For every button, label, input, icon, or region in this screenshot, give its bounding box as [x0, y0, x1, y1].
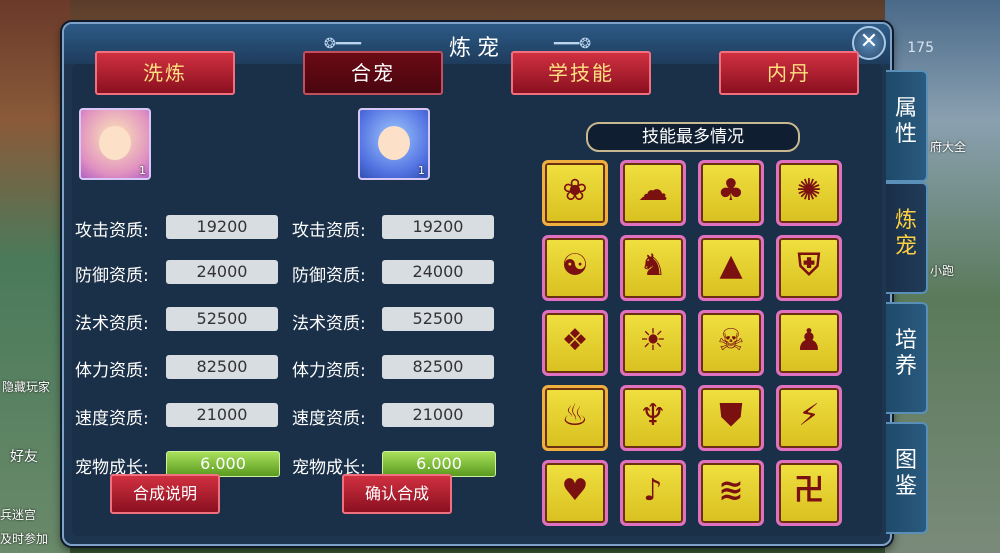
side-tab-refine[interactable]: 炼宠 [886, 182, 928, 294]
tab-merge[interactable]: 合宠 [303, 51, 443, 95]
left-stat-value-stamina: 82500 [166, 355, 278, 379]
dragon-skill-icon[interactable]: ♆ [620, 385, 686, 451]
claw-glyph-icon: ✺ [796, 173, 822, 208]
hud-right-label-2: 小跑 [930, 264, 955, 278]
tab-refine[interactable]: 洗炼 [95, 51, 235, 95]
heart-skill-icon[interactable]: ♥ [542, 460, 608, 526]
skill-grid-header: 技能最多情况 [586, 122, 800, 152]
hud-friends-label[interactable]: 好友 [10, 446, 38, 466]
left-stat-value-defense: 24000 [166, 260, 278, 284]
heart-glyph-icon: ♥ [561, 473, 589, 508]
claw-skill-icon[interactable]: ✺ [776, 160, 842, 226]
left-stat-value-speed: 21000 [166, 403, 278, 427]
side-tab-train[interactable]: 培养 [886, 302, 928, 414]
swirl-skill-icon[interactable]: ❀ [542, 160, 608, 226]
figure-glyph-icon: ♟ [795, 323, 823, 358]
dragon-glyph-icon: ♆ [639, 398, 667, 433]
bird-skill-icon[interactable]: ♪ [620, 460, 686, 526]
right-stat-value-magic: 52500 [382, 307, 494, 331]
side-tab-attributes-label: 属性 [895, 96, 918, 147]
right-stat-label-defense: 防御资质: [292, 266, 366, 286]
rune-skill-icon[interactable]: 卍 [776, 460, 842, 526]
wind-skill-icon[interactable]: ≋ [698, 460, 764, 526]
left-stat-label-stamina: 体力资质: [75, 361, 149, 381]
hud-counter: 175 [907, 40, 934, 56]
skull-glyph-icon: ☠ [717, 323, 745, 358]
turtle-glyph-icon: ❖ [561, 323, 589, 358]
hud-hide-players-label[interactable]: 隐藏玩家 [2, 378, 50, 395]
left-pet-avatar[interactable]: 1 [79, 108, 151, 180]
world-left-scene [0, 0, 70, 553]
merge-info-button[interactable]: 合成说明 [110, 474, 220, 514]
tab-learn-skill[interactable]: 学技能 [511, 51, 651, 95]
hud-maze-label: 兵迷宫 [0, 508, 37, 522]
beast-glyph-icon: ♞ [639, 248, 667, 283]
flame-glyph-icon: ♨ [561, 398, 589, 433]
left-stat-value-magic: 52500 [166, 307, 278, 331]
sun-skill-icon[interactable]: ☀ [620, 310, 686, 376]
tab-inner-core[interactable]: 内丹 [719, 51, 859, 95]
hud-right-label-1: 府大全 [930, 140, 967, 154]
side-tab-refine-label: 炼宠 [895, 208, 918, 259]
tree-skill-icon[interactable]: ♣ [698, 160, 764, 226]
side-tab-train-label: 培养 [895, 328, 918, 379]
crack-skill-icon[interactable]: ⚡ [776, 385, 842, 451]
right-stat-value-stamina: 82500 [382, 355, 494, 379]
shadow-skill-icon[interactable]: ▲ [698, 235, 764, 301]
rune-glyph-icon: 卍 [794, 473, 824, 508]
hud-join-label: 及时参加 [0, 532, 49, 546]
mind-glyph-icon: ☯ [561, 248, 589, 283]
right-stat-value-defense: 24000 [382, 260, 494, 284]
right-stat-label-magic: 法术资质: [292, 314, 366, 334]
tree-glyph-icon: ♣ [717, 173, 745, 208]
side-tab-codex[interactable]: 图鉴 [886, 422, 928, 534]
right-pet-avatar[interactable]: 1 [358, 108, 430, 180]
left-pet-face-icon [99, 126, 131, 160]
guard-skill-icon[interactable]: ⛊ [698, 385, 764, 451]
figure-skill-icon[interactable]: ♟ [776, 310, 842, 376]
bird-glyph-icon: ♪ [643, 473, 663, 508]
wind-glyph-icon: ≋ [718, 473, 744, 508]
guard-glyph-icon: ⛊ [719, 398, 743, 433]
swirl-glyph-icon: ❀ [562, 173, 588, 208]
title-ornament-right-icon: ━━━❂ [554, 36, 592, 52]
right-stat-label-stamina: 体力资质: [292, 361, 366, 381]
cloud-skill-icon[interactable]: ☁ [620, 160, 686, 226]
side-tab-codex-label: 图鉴 [895, 448, 918, 499]
confirm-merge-button[interactable]: 确认合成 [342, 474, 452, 514]
side-tab-attributes[interactable]: 属性 [886, 70, 928, 182]
right-stat-value-attack: 19200 [382, 215, 494, 239]
shield-skill-icon[interactable]: ⛨ [776, 235, 842, 301]
sun-glyph-icon: ☀ [639, 323, 667, 358]
turtle-skill-icon[interactable]: ❖ [542, 310, 608, 376]
right-pet-face-icon [378, 126, 410, 160]
right-stat-label-speed: 速度资质: [292, 409, 366, 429]
shield-glyph-icon: ⛨ [797, 248, 821, 283]
skull-skill-icon[interactable]: ☠ [698, 310, 764, 376]
left-stat-label-magic: 法术资质: [75, 314, 149, 334]
left-stat-value-attack: 19200 [166, 215, 278, 239]
left-stat-label-speed: 速度资质: [75, 409, 149, 429]
mind-skill-icon[interactable]: ☯ [542, 235, 608, 301]
left-stat-label-defense: 防御资质: [75, 266, 149, 286]
crack-glyph-icon: ⚡ [798, 398, 820, 433]
right-stat-value-speed: 21000 [382, 403, 494, 427]
right-stat-label-attack: 攻击资质: [292, 221, 366, 241]
flame-skill-icon[interactable]: ♨ [542, 385, 608, 451]
left-pet-level: 1 [139, 164, 146, 177]
beast-skill-icon[interactable]: ♞ [620, 235, 686, 301]
right-pet-level: 1 [418, 164, 425, 177]
left-stat-label-attack: 攻击资质: [75, 221, 149, 241]
cloud-glyph-icon: ☁ [638, 173, 668, 208]
shadow-glyph-icon: ▲ [719, 248, 743, 283]
